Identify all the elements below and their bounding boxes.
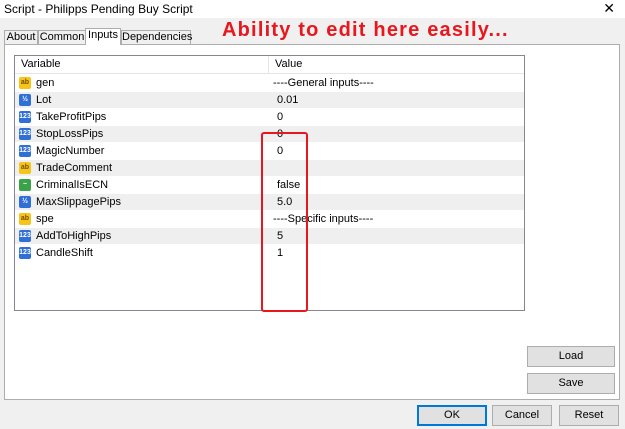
close-icon[interactable]: ✕ [603,0,615,16]
integer-type-icon: 123 [19,145,31,157]
table-row[interactable]: ab gen ----General inputs---- [15,75,524,92]
variable-name: TakeProfitPips [36,111,107,123]
value-cell[interactable]: 5.0 [277,194,292,211]
variable-name: MagicNumber [36,145,105,157]
integer-type-icon: 123 [19,128,31,140]
table-row[interactable]: 123 AddToHighPips 5 [15,228,524,245]
variable-name: spe [36,213,54,225]
table-row[interactable]: 123 CandleShift 1 [15,245,524,262]
column-header-variable[interactable]: Variable [15,56,268,74]
integer-type-icon: 123 [19,247,31,259]
tab-about[interactable]: About [4,30,38,44]
value-cell[interactable]: 0.01 [277,92,298,109]
value-cell[interactable]: 1 [277,245,283,262]
annotation-text: Ability to edit here easily... [222,19,509,41]
table-row[interactable]: ab TradeComment [15,160,524,177]
string-type-icon: ab [19,162,31,174]
table-row[interactable]: ½ Lot 0.01 [15,92,524,109]
table-row[interactable]: ab spe ----Specific inputs---- [15,211,524,228]
table-row[interactable]: 123 TakeProfitPips 0 [15,109,524,126]
variable-name: AddToHighPips [36,230,112,242]
load-button[interactable]: Load [527,346,615,367]
bool-type-icon: ~ [19,179,31,191]
inputs-grid: Variable Value ab gen ----General inputs--… [14,55,525,311]
table-row[interactable]: 123 MagicNumber 0 [15,143,524,160]
value-cell[interactable]: ----Specific inputs---- [273,211,373,228]
integer-type-icon: 123 [19,230,31,242]
string-type-icon: ab [19,213,31,225]
string-type-icon: ab [19,77,31,89]
double-type-icon: ½ [19,94,31,106]
tab-inputs[interactable]: Inputs [85,28,121,45]
grid-header: Variable Value [15,56,524,74]
variable-name: Lot [36,94,52,106]
table-row[interactable]: ½ MaxSlippagePips 5.0 [15,194,524,211]
save-button[interactable]: Save [527,373,615,394]
value-cell[interactable]: 0 [277,126,283,143]
variable-name: CandleShift [36,247,93,259]
table-row[interactable]: 123 StopLossPips 0 [15,126,524,143]
window-title: Script - Philipps Pending Buy Script [4,2,193,16]
variable-name: gen [36,77,55,89]
ok-button[interactable]: OK [417,405,487,426]
inputs-panel: Variable Value ab gen ----General inputs--… [4,44,620,400]
value-cell[interactable]: ----General inputs---- [273,75,374,92]
cancel-button[interactable]: Cancel [492,405,552,426]
tab-common[interactable]: Common [38,30,86,44]
variable-name: MaxSlippagePips [36,196,121,208]
value-cell[interactable]: 0 [277,143,283,160]
integer-type-icon: 123 [19,111,31,123]
double-type-icon: ½ [19,196,31,208]
table-row[interactable]: ~ CriminalIsECN false [15,177,524,194]
tab-dependencies[interactable]: Dependencies [121,30,192,44]
value-cell[interactable]: 5 [277,228,283,245]
value-cell[interactable]: false [277,177,300,194]
variable-name: CriminalIsECN [36,179,109,191]
reset-button[interactable]: Reset [559,405,619,426]
value-cell[interactable]: 0 [277,109,283,126]
title-bar: Script - Philipps Pending Buy Script ✕ [0,0,625,18]
variable-name: TradeComment [36,162,113,174]
column-header-value[interactable]: Value [269,56,524,74]
variable-name: StopLossPips [36,128,104,140]
